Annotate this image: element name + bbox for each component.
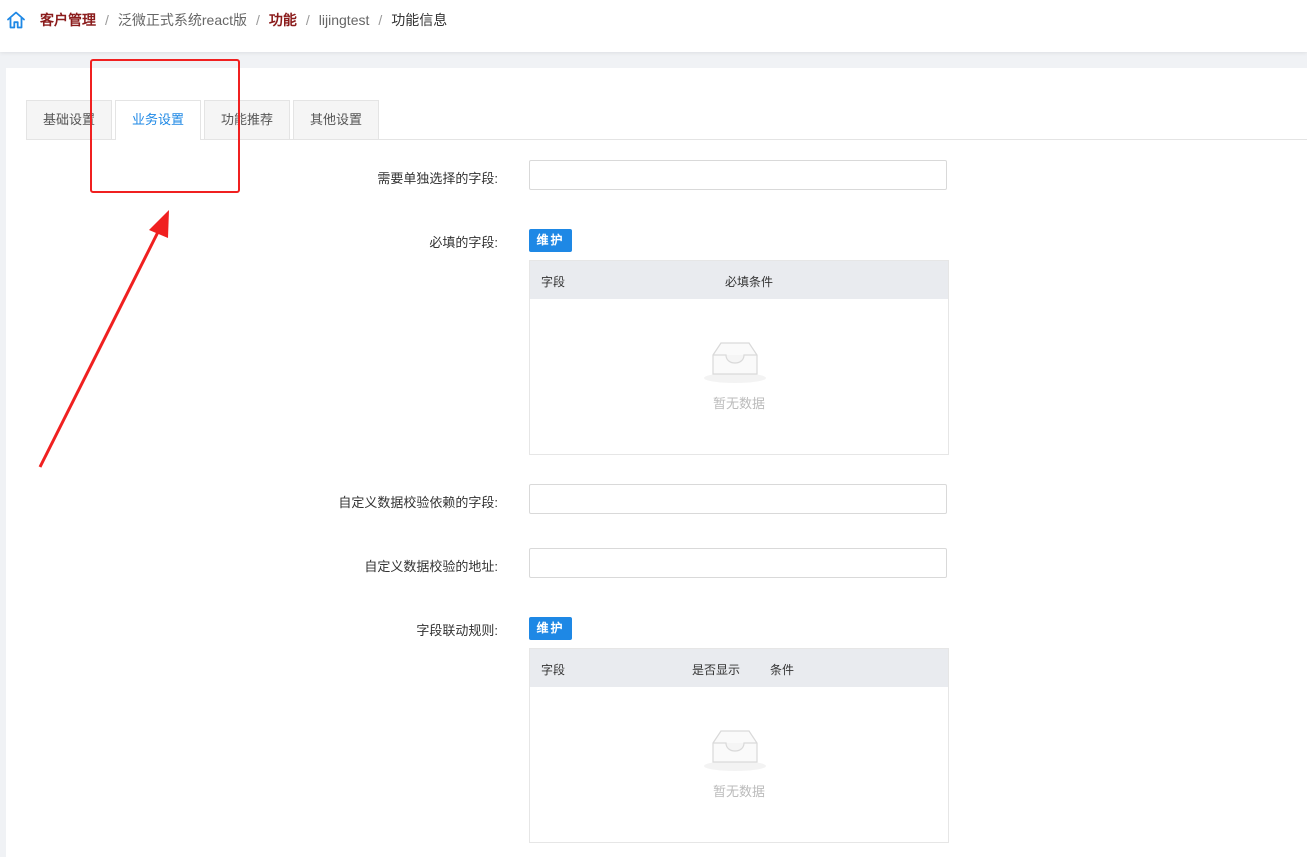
breadcrumb: 客户管理 / 泛微正式系统react版 / 功能 / lijingtest / … <box>6 10 447 30</box>
table-header: 字段 必填条件 <box>530 261 948 299</box>
custom-validation-url-label: 自定义数据校验的地址: <box>364 559 498 574</box>
field-linkage-maintain-button[interactable]: 维护 <box>529 617 572 640</box>
empty-inbox-icon <box>704 342 766 383</box>
breadcrumb-separator: / <box>256 12 260 28</box>
single-select-fields-input[interactable] <box>529 160 947 190</box>
breadcrumb-current: 功能信息 <box>391 12 448 28</box>
column-header-field: 字段 <box>541 275 566 289</box>
tab-business-settings[interactable]: 业务设置 <box>115 100 202 140</box>
breadcrumb-customer-management[interactable]: 客户管理 <box>40 10 96 30</box>
empty-inbox-icon <box>704 730 766 771</box>
required-fields-label: 必填的字段: <box>429 235 498 250</box>
empty-text: 暂无数据 <box>712 784 765 799</box>
column-header-condition: 条件 <box>770 663 795 677</box>
breadcrumb-function[interactable]: 功能 <box>269 10 297 30</box>
column-header-visible: 是否显示 <box>692 663 741 677</box>
breadcrumb-separator: / <box>305 12 310 28</box>
top-bar: 客户管理 / 泛微正式系统react版 / 功能 / lijingtest / … <box>0 0 1307 52</box>
field-linkage-rules-table: 字段 是否显示 条件 暂无数据 <box>529 648 949 843</box>
breadcrumb-separator: / <box>105 12 109 28</box>
column-header-field: 字段 <box>541 663 566 677</box>
empty-text: 暂无数据 <box>712 396 765 411</box>
breadcrumb-system[interactable]: 泛微正式系统react版 <box>118 10 247 30</box>
breadcrumb-function-name[interactable]: lijingtest <box>319 12 370 28</box>
tab-other-settings[interactable]: 其他设置 <box>293 100 380 139</box>
custom-validation-fields-label: 自定义数据校验依赖的字段: <box>338 495 498 510</box>
required-fields-table: 字段 必填条件 暂无数据 <box>529 260 949 455</box>
table-header: 字段 是否显示 条件 <box>530 649 948 687</box>
breadcrumb-separator: / <box>378 12 383 28</box>
required-fields-maintain-button[interactable]: 维护 <box>529 229 572 252</box>
single-select-fields-label: 需要单独选择的字段: <box>377 171 498 186</box>
home-icon[interactable] <box>6 10 26 30</box>
custom-validation-fields-input[interactable] <box>529 484 947 514</box>
column-header-required-condition: 必填条件 <box>725 275 774 289</box>
custom-validation-url-input[interactable] <box>529 548 947 578</box>
field-linkage-rules-label: 字段联动规则: <box>416 623 498 638</box>
